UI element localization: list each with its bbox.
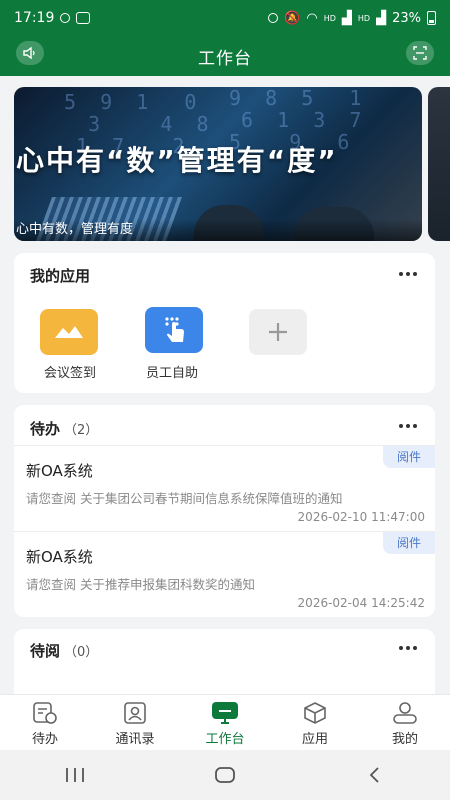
profile-icon (393, 702, 417, 724)
network-label-1: HD (323, 13, 336, 23)
todo-tag: 阅件 (383, 446, 435, 468)
app-employee-self-service[interactable] (145, 307, 203, 353)
toread-count: （0） (64, 645, 99, 660)
tab-contacts[interactable]: 通讯录 (90, 695, 180, 750)
todo-time: 2026-02-10 11:47:00 (297, 510, 425, 524)
tab-label: 应用 (301, 732, 328, 747)
todo-list-item[interactable]: 新OA系统 请您查阅 关于推荐申报集团科数奖的通知 2026-02-04 14:… (14, 531, 435, 617)
banner-caption: 心中有数，管理有度 (14, 219, 422, 241)
back-icon[interactable] (364, 766, 386, 784)
speaker-button[interactable] (16, 41, 44, 65)
todo-system: 新OA系统 (26, 548, 93, 566)
tab-label: 工作台 (205, 732, 245, 747)
todo-icon (33, 702, 57, 724)
todo-time: 2026-02-04 14:25:42 (297, 596, 425, 610)
recent-apps-icon[interactable] (64, 766, 86, 784)
toread-more-button[interactable] (399, 645, 417, 651)
signal-icon-1: ▟ (341, 10, 352, 26)
todo-description: 请您查阅 关于集团公司春节期间信息系统保障值班的通知 (26, 491, 343, 506)
tab-label: 通讯录 (115, 732, 155, 747)
banner-slogan: 心中有“数”管理有“度” (16, 144, 338, 177)
chat-notification-icon (60, 13, 71, 23)
next-banner-peek[interactable] (428, 87, 450, 241)
speaker-icon (23, 47, 35, 59)
todo-count: （2） (64, 423, 99, 438)
bottom-tab-bar: 待办 通讯录 工作台 应用 我的 (0, 694, 450, 750)
alarm-icon (268, 13, 279, 23)
mute-icon: 🔕 (284, 10, 301, 26)
status-time: 17:19 (14, 10, 55, 26)
todo-card: 待办 （2） 新OA系统 请您查阅 关于集团公司春节期间信息系统保障值班的通知 2… (14, 405, 435, 617)
toread-title: 待阅 （0） (30, 642, 99, 660)
todo-tag: 阅件 (383, 532, 435, 554)
workbench-icon (212, 702, 238, 724)
todo-description: 请您查阅 关于推荐申报集团科数奖的通知 (26, 577, 255, 592)
network-label-2: HD (357, 13, 371, 23)
signal-icon-2: ▟ (376, 10, 387, 26)
my-apps-title: 我的应用 (30, 267, 91, 285)
todo-title: 待办 （2） (30, 420, 99, 438)
todo-more-button[interactable] (399, 423, 417, 429)
home-icon[interactable] (214, 766, 236, 784)
contacts-icon (124, 702, 146, 724)
tab-apps[interactable]: 应用 (270, 695, 360, 750)
page-title: 工作台 (198, 48, 252, 69)
app-header: 工作台 (0, 36, 450, 76)
app-meeting-checkin[interactable] (40, 309, 98, 355)
scan-button[interactable] (406, 41, 434, 65)
plus-icon (269, 323, 287, 341)
tab-todo[interactable]: 待办 (0, 695, 90, 750)
my-apps-card: 我的应用 会议签到 员工自助 (14, 253, 435, 393)
status-bar: 17:19 🔕 ◠ HD ▟ HD ▟ 23% (0, 0, 450, 36)
app-label-meeting: 会议签到 (43, 366, 96, 381)
todo-list-item[interactable]: 新OA系统 请您查阅 关于集团公司春节期间信息系统保障值班的通知 2026-02… (14, 445, 435, 531)
wifi-icon: ◠ (306, 10, 318, 26)
battery-icon (427, 11, 436, 25)
scan-icon (413, 46, 427, 60)
tab-label: 我的 (391, 732, 418, 747)
tab-label: 待办 (31, 732, 58, 747)
tap-hand-icon (165, 317, 184, 342)
banner-carousel[interactable]: 5 9 1 0 3 4 8 1 7 2 9 8 5 1 6 1 3 7 5 9 … (14, 87, 422, 241)
app-label-employee: 员工自助 (145, 366, 198, 381)
add-app-button[interactable] (249, 309, 307, 355)
todo-system: 新OA系统 (26, 462, 93, 480)
image-notification-icon (76, 12, 91, 24)
cube-icon (304, 702, 326, 724)
system-nav-bar (0, 750, 450, 800)
tab-workbench[interactable]: 工作台 (180, 695, 270, 750)
my-apps-more-button[interactable] (399, 271, 417, 277)
tab-profile[interactable]: 我的 (360, 695, 450, 750)
battery-percent: 23% (392, 10, 421, 26)
meeting-checkin-icon (55, 326, 83, 338)
